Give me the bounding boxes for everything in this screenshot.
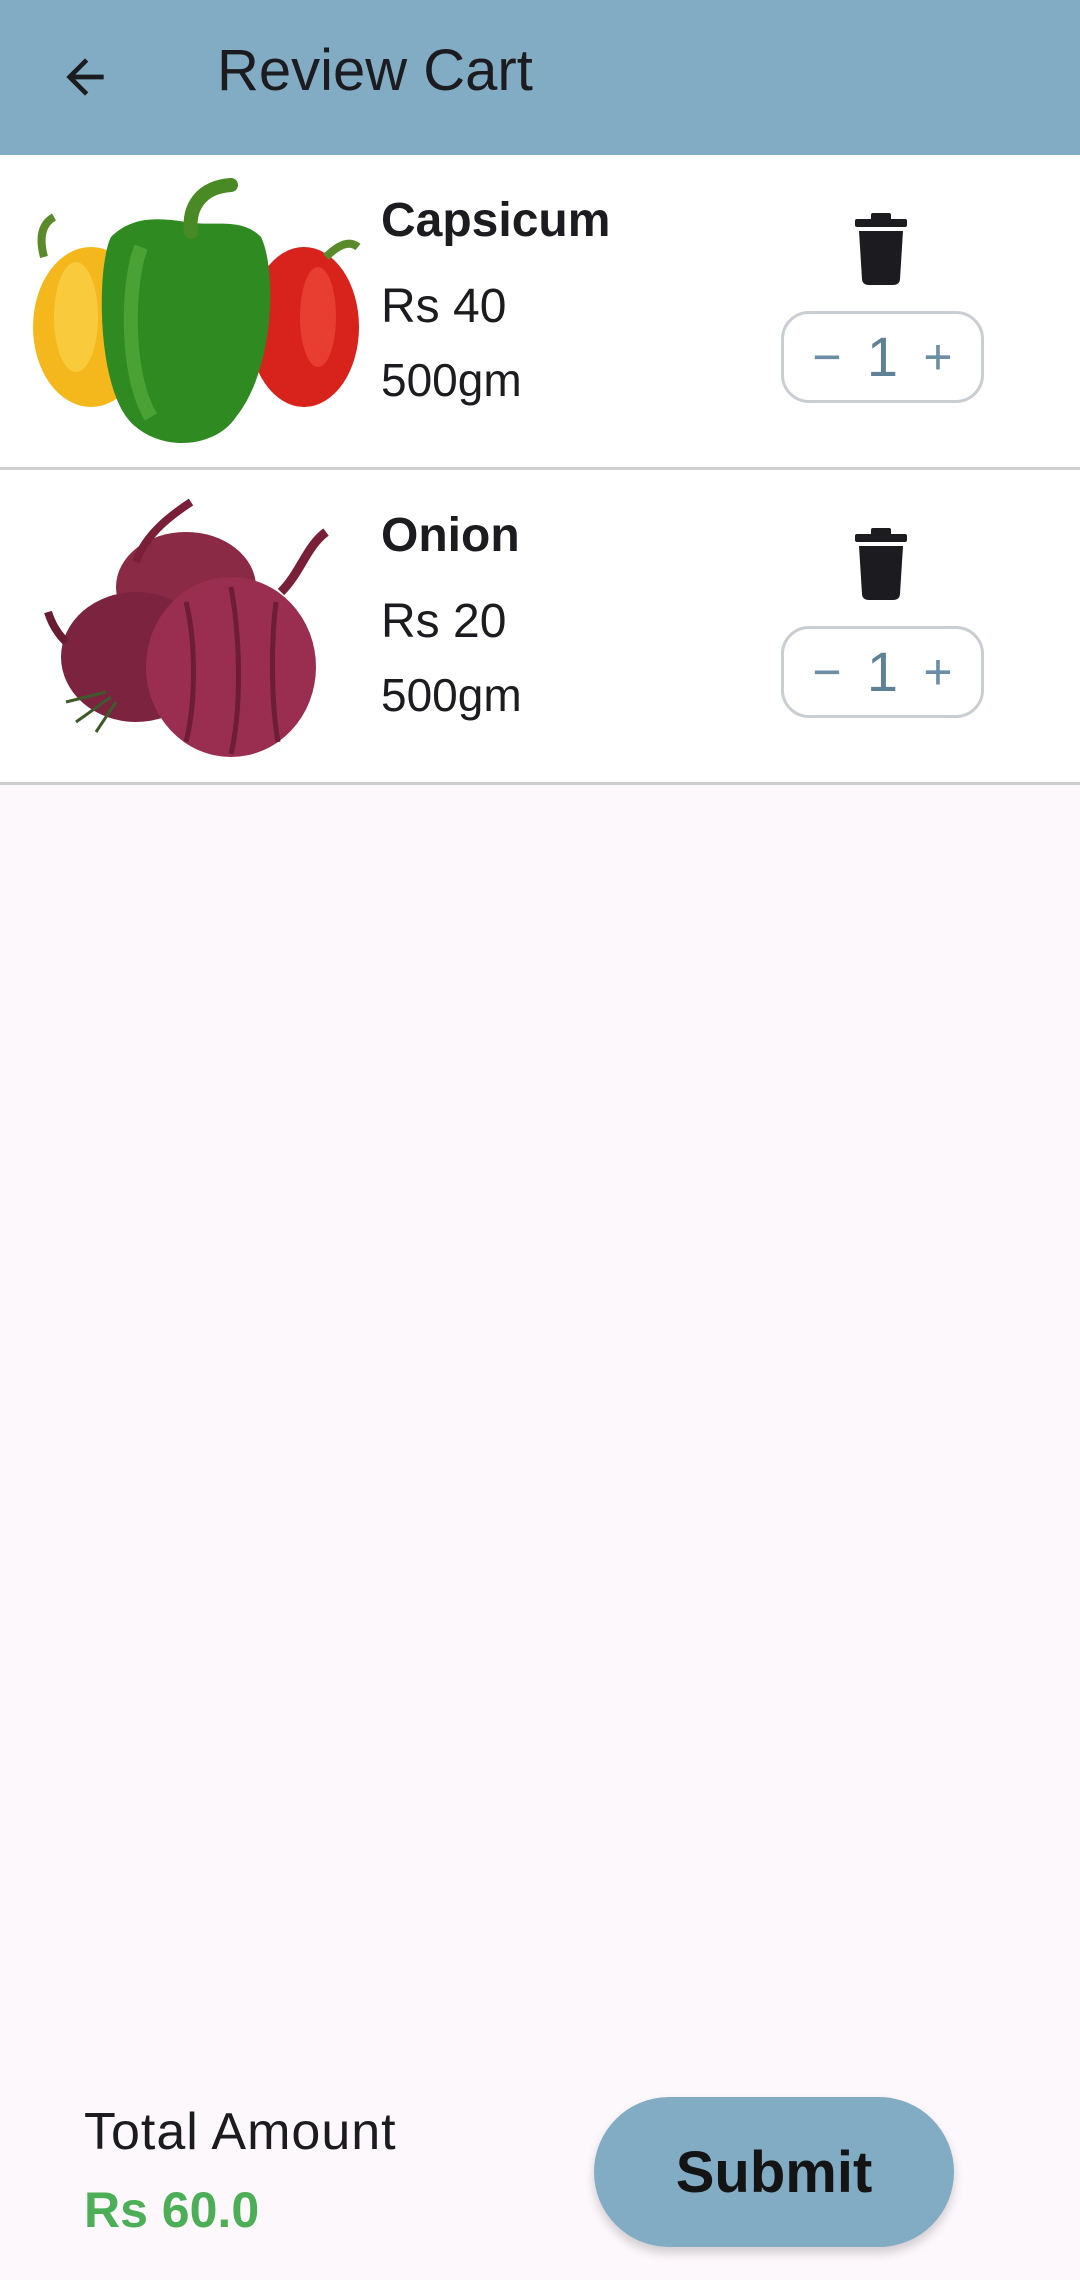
increment-button[interactable]: + [913,642,963,702]
back-button[interactable] [40,32,130,122]
delete-item-button[interactable] [843,211,919,287]
item-price: Rs 20 [381,595,507,648]
increment-button[interactable]: + [913,327,963,387]
onion-image [26,492,366,762]
app-bar: Review Cart [0,0,1080,155]
arrow-left-icon [66,58,104,96]
quantity-stepper: − 1 + [781,311,984,403]
item-weight: 500gm [381,669,522,721]
trash-icon [855,213,907,285]
decrement-button[interactable]: − [802,327,852,387]
item-price: Rs 40 [381,280,507,333]
quantity-value: 1 [866,325,899,388]
quantity-stepper: − 1 + [781,626,984,718]
total-amount-label: Total Amount [84,2103,397,2161]
submit-button[interactable]: Submit [594,2097,954,2247]
decrement-button[interactable]: − [802,642,852,702]
cart-item: Capsicum Rs 40 500gm − 1 + [0,155,1080,470]
trash-icon [855,528,907,600]
cart-list: Capsicum Rs 40 500gm − 1 + Onion Rs 20 5… [0,155,1080,785]
capsicum-image [26,177,366,447]
cart-item: Onion Rs 20 500gm − 1 + [0,470,1080,785]
quantity-value: 1 [866,640,899,703]
total-amount-value: Rs 60.0 [84,2182,260,2238]
item-weight: 500gm [381,354,522,406]
delete-item-button[interactable] [843,526,919,602]
page-title: Review Cart [217,38,533,103]
review-cart-screen: Review Cart Capsicum Rs 40 500gm − 1 + O… [0,0,1080,2280]
item-name: Capsicum [381,194,611,247]
item-name: Onion [381,509,520,562]
